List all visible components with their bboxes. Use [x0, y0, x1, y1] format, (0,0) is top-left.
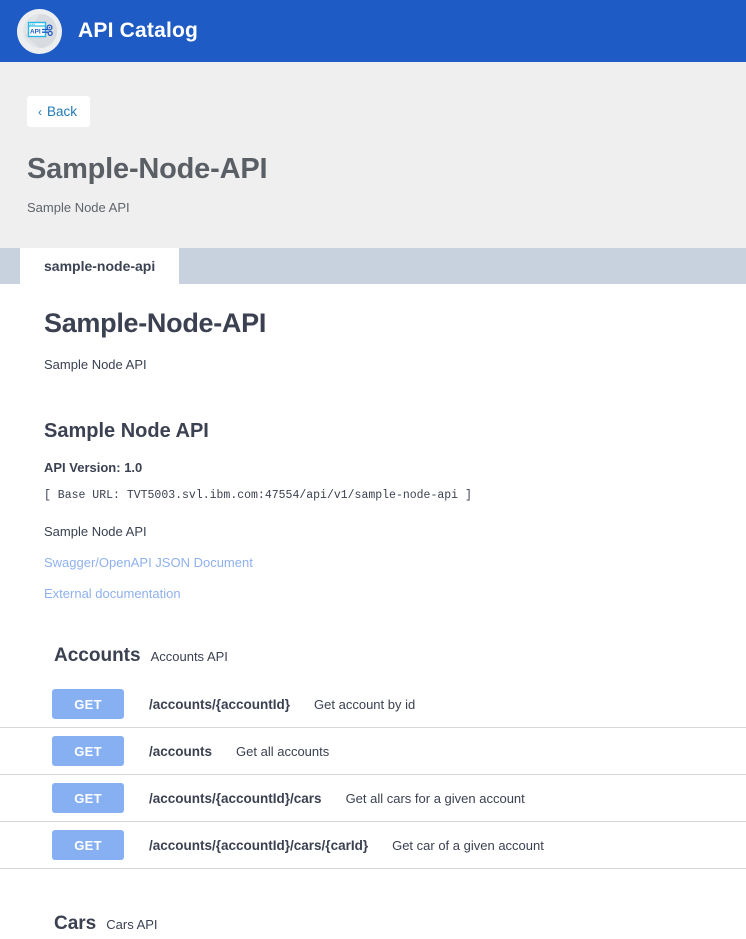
tag-header[interactable]: Cars Cars API — [0, 913, 746, 935]
swagger-info-block: Sample Node API API Version: 1.0 [ Base … — [0, 420, 746, 601]
tab-strip: sample-node-api — [0, 248, 746, 284]
svg-text:API: API — [30, 29, 41, 36]
operation-list: GET /accounts/{accountId} Get account by… — [0, 681, 746, 869]
operation-path: /accounts/{accountId} — [149, 696, 291, 712]
http-method-badge: GET — [52, 736, 124, 766]
swagger-api-subtitle: Sample Node API — [44, 357, 147, 372]
swagger-header: Sample-Node-API Sample Node API — [0, 284, 746, 372]
info-description: Sample Node API — [44, 524, 147, 539]
swagger-api-title: Sample-Node-API — [44, 308, 267, 338]
swagger-ui-content: Sample-Node-API Sample Node API Sample N… — [0, 284, 746, 935]
http-method-badge: GET — [52, 783, 124, 813]
operation-row[interactable]: GET /accounts/{accountId}/cars/{carId} G… — [0, 822, 746, 869]
info-api-version: API Version: 1.0 — [44, 460, 143, 475]
http-method-badge: GET — [52, 830, 124, 860]
page-header-band: ‹ Back Sample-Node-API Sample Node API — [0, 62, 746, 248]
operation-path: /accounts/{accountId}/cars — [149, 790, 322, 806]
operation-summary: Get account by id — [314, 696, 416, 712]
operation-path: /accounts — [149, 743, 213, 759]
chevron-left-icon: ‹ — [38, 104, 42, 119]
tag-section-cars: Cars Cars API — [0, 913, 746, 935]
info-base-url: [ Base URL: TVT5003.svl.ibm.com:47554/ap… — [44, 489, 472, 502]
operation-row[interactable]: GET /accounts/{accountId}/cars Get all c… — [0, 775, 746, 822]
tab-sample-node-api[interactable]: sample-node-api — [20, 248, 180, 284]
tab-label: sample-node-api — [44, 258, 156, 274]
swagger-json-document-link[interactable]: Swagger/OpenAPI JSON Document — [44, 555, 746, 570]
page-subtitle: Sample Node API — [27, 200, 130, 215]
operation-path: /accounts/{accountId}/cars/{carId} — [149, 837, 369, 853]
back-button[interactable]: ‹ Back — [27, 96, 91, 127]
operation-summary: Get car of a given account — [392, 837, 544, 853]
tag-name: Accounts — [54, 645, 141, 666]
tag-header[interactable]: Accounts Accounts API — [0, 645, 746, 667]
operation-summary: Get all accounts — [236, 743, 330, 759]
tag-section-accounts: Accounts Accounts API GET /accounts/{acc… — [0, 645, 746, 869]
tag-name: Cars — [54, 913, 97, 934]
page-title: Sample-Node-API — [27, 153, 268, 185]
tag-description: Accounts API — [150, 649, 228, 664]
http-method-badge: GET — [52, 689, 124, 719]
info-title: Sample Node API — [44, 420, 209, 442]
tag-description: Cars API — [106, 917, 158, 932]
back-button-label: Back — [47, 104, 78, 119]
app-title: API Catalog — [78, 19, 199, 42]
operation-summary: Get all cars for a given account — [345, 790, 525, 806]
operation-row[interactable]: GET /accounts Get all accounts — [0, 728, 746, 775]
external-documentation-link[interactable]: External documentation — [44, 586, 746, 601]
operation-row[interactable]: GET /accounts/{accountId} Get account by… — [0, 681, 746, 728]
app-header-bar: API API Catalog — [0, 0, 746, 62]
api-gear-window-icon: API — [17, 8, 62, 54]
